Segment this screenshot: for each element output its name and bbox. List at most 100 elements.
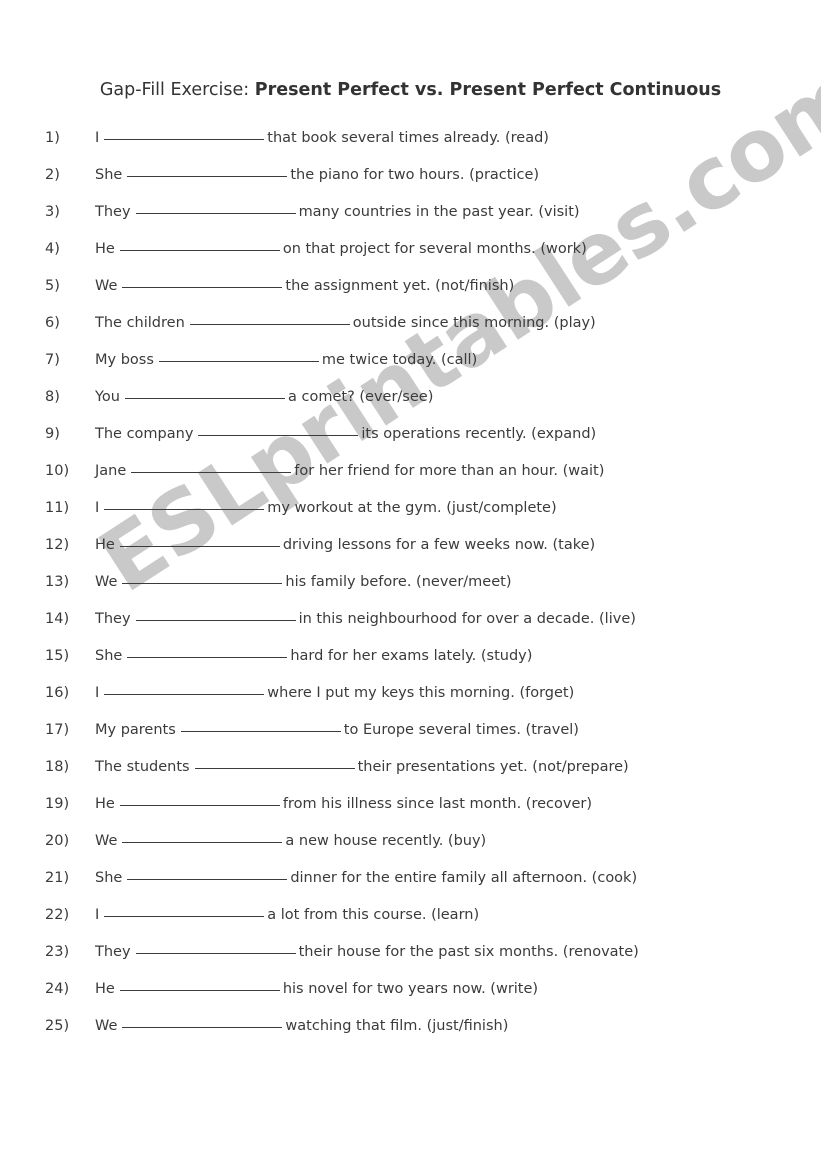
- question-sentence: We watching that film. (just/finish): [95, 1008, 508, 1045]
- question-sentence: Imy workout at the gym. (just/complete): [95, 490, 557, 527]
- question-subject: The students: [95, 759, 190, 775]
- answer-blank[interactable]: [104, 903, 265, 917]
- question-tail: my workout at the gym. (just/complete): [267, 500, 557, 516]
- question-sentence: Ia lot from this course. (learn): [95, 897, 479, 934]
- answer-blank[interactable]: [194, 755, 355, 769]
- question-sentence: She the piano for two hours. (practice): [95, 157, 539, 194]
- question-sentence: He his novel for two years now. (write): [95, 971, 538, 1008]
- worksheet-page: ESLprintables.com Gap-Fill Exercise: Pre…: [0, 0, 821, 1161]
- question-tail: dinner for the entire family all afterno…: [290, 870, 638, 886]
- question-row: 12) He driving lessons for a few weeks now…: [0, 527, 821, 564]
- question-sentence: The students their presentations yet. (no…: [95, 749, 629, 786]
- question-tail: me twice today. (call): [321, 352, 478, 368]
- question-subject: The children: [95, 315, 185, 331]
- answer-blank[interactable]: [119, 237, 280, 251]
- answer-blank[interactable]: [104, 496, 265, 510]
- question-number: 23): [45, 944, 70, 960]
- question-sentence: My boss me twice today. (call): [95, 342, 477, 379]
- answer-blank[interactable]: [122, 570, 283, 584]
- question-row: 1) Ithat book several times already. (rea…: [0, 120, 821, 157]
- question-row: 24) He his novel for two years now. (write…: [0, 971, 821, 1008]
- answer-blank[interactable]: [122, 1014, 283, 1028]
- answer-blank[interactable]: [131, 459, 292, 473]
- question-sentence: They many countries in the past year. (vi…: [95, 194, 580, 231]
- question-tail: outside since this morning. (play): [352, 315, 596, 331]
- question-row: 16) Iwhere I put my keys this morning. (f…: [0, 675, 821, 712]
- question-subject: We: [95, 833, 118, 849]
- question-row: 11) Imy workout at the gym. (just/complet…: [0, 490, 821, 527]
- question-row: 7) My boss me twice today. (call): [0, 342, 821, 379]
- answer-blank[interactable]: [135, 940, 296, 954]
- question-row: 18) The students their presentations yet. …: [0, 749, 821, 786]
- question-subject: We: [95, 1018, 118, 1034]
- question-sentence: He from his illness since last month. (re…: [95, 786, 592, 823]
- question-tail: its operations recently. (expand): [361, 426, 597, 442]
- question-number: 7): [45, 352, 60, 368]
- question-number: 3): [45, 204, 60, 220]
- answer-blank[interactable]: [104, 126, 265, 140]
- question-number: 5): [45, 278, 60, 294]
- question-number: 14): [45, 611, 70, 627]
- question-sentence: Jane for her friend for more than an hour…: [95, 453, 604, 490]
- question-row: 19) He from his illness since last month. …: [0, 786, 821, 823]
- question-row: 2) She the piano for two hours. (practice): [0, 157, 821, 194]
- question-number: 25): [45, 1018, 70, 1034]
- answer-blank[interactable]: [119, 977, 280, 991]
- question-subject: She: [95, 167, 123, 183]
- question-row: 21) She dinner for the entire family all a…: [0, 860, 821, 897]
- question-tail: a new house recently. (buy): [285, 833, 487, 849]
- question-row: 10) Jane for her friend for more than an h…: [0, 453, 821, 490]
- question-tail: in this neighbourhood for over a decade.…: [298, 611, 636, 627]
- question-number: 17): [45, 722, 70, 738]
- answer-blank[interactable]: [127, 644, 288, 658]
- answer-blank[interactable]: [119, 792, 280, 806]
- question-number: 20): [45, 833, 70, 849]
- question-row: 4) He on that project for several months. …: [0, 231, 821, 268]
- answer-blank[interactable]: [125, 385, 285, 399]
- page-title-prefix: Gap-Fill Exercise:: [99, 80, 250, 100]
- question-sentence: My parents to Europe several times. (trav…: [95, 712, 579, 749]
- question-row: 8) You a comet? (ever/see): [0, 379, 821, 416]
- answer-blank[interactable]: [180, 718, 341, 732]
- question-number: 24): [45, 981, 70, 997]
- question-sentence: We the assignment yet. (not/finish): [95, 268, 514, 305]
- question-subject: The company: [95, 426, 194, 442]
- answer-blank[interactable]: [135, 200, 296, 214]
- answer-blank[interactable]: [122, 274, 283, 288]
- answer-blank[interactable]: [198, 422, 359, 436]
- answer-blank[interactable]: [104, 681, 265, 695]
- question-sentence: Iwhere I put my keys this morning. (forg…: [95, 675, 574, 712]
- question-sentence: He on that project for several months. (w…: [95, 231, 587, 268]
- answer-blank[interactable]: [119, 533, 280, 547]
- question-tail: their house for the past six months. (re…: [298, 944, 639, 960]
- question-row: 22) Ia lot from this course. (learn): [0, 897, 821, 934]
- question-subject: You: [95, 389, 120, 405]
- question-tail: from his illness since last month. (reco…: [282, 796, 592, 812]
- question-subject: We: [95, 574, 118, 590]
- question-sentence: She dinner for the entire family all afte…: [95, 860, 637, 897]
- answer-blank[interactable]: [189, 311, 350, 325]
- question-sentence: They in this neighbourhood for over a dec…: [95, 601, 636, 638]
- question-number: 4): [45, 241, 60, 257]
- question-number: 13): [45, 574, 70, 590]
- question-subject: We: [95, 278, 118, 294]
- question-row: 6) The children outside since this morning…: [0, 305, 821, 342]
- answer-blank[interactable]: [127, 163, 288, 177]
- question-number: 15): [45, 648, 70, 664]
- question-subject: They: [95, 204, 131, 220]
- question-tail: his novel for two years now. (write): [282, 981, 539, 997]
- question-row: 3) They many countries in the past year. (…: [0, 194, 821, 231]
- answer-blank[interactable]: [158, 348, 319, 362]
- question-number: 12): [45, 537, 70, 553]
- question-subject: My parents: [95, 722, 176, 738]
- question-subject: He: [95, 537, 115, 553]
- question-row: 9) The company its operations recently. (e…: [0, 416, 821, 453]
- question-row: 23) They their house for the past six mont…: [0, 934, 821, 971]
- answer-blank[interactable]: [127, 866, 288, 880]
- answer-blank[interactable]: [135, 607, 296, 621]
- question-tail: driving lessons for a few weeks now. (ta…: [282, 537, 596, 553]
- question-sentence: We his family before. (never/meet): [95, 564, 511, 601]
- answer-blank[interactable]: [122, 829, 283, 843]
- question-number: 9): [45, 426, 60, 442]
- question-sentence: You a comet? (ever/see): [95, 379, 433, 416]
